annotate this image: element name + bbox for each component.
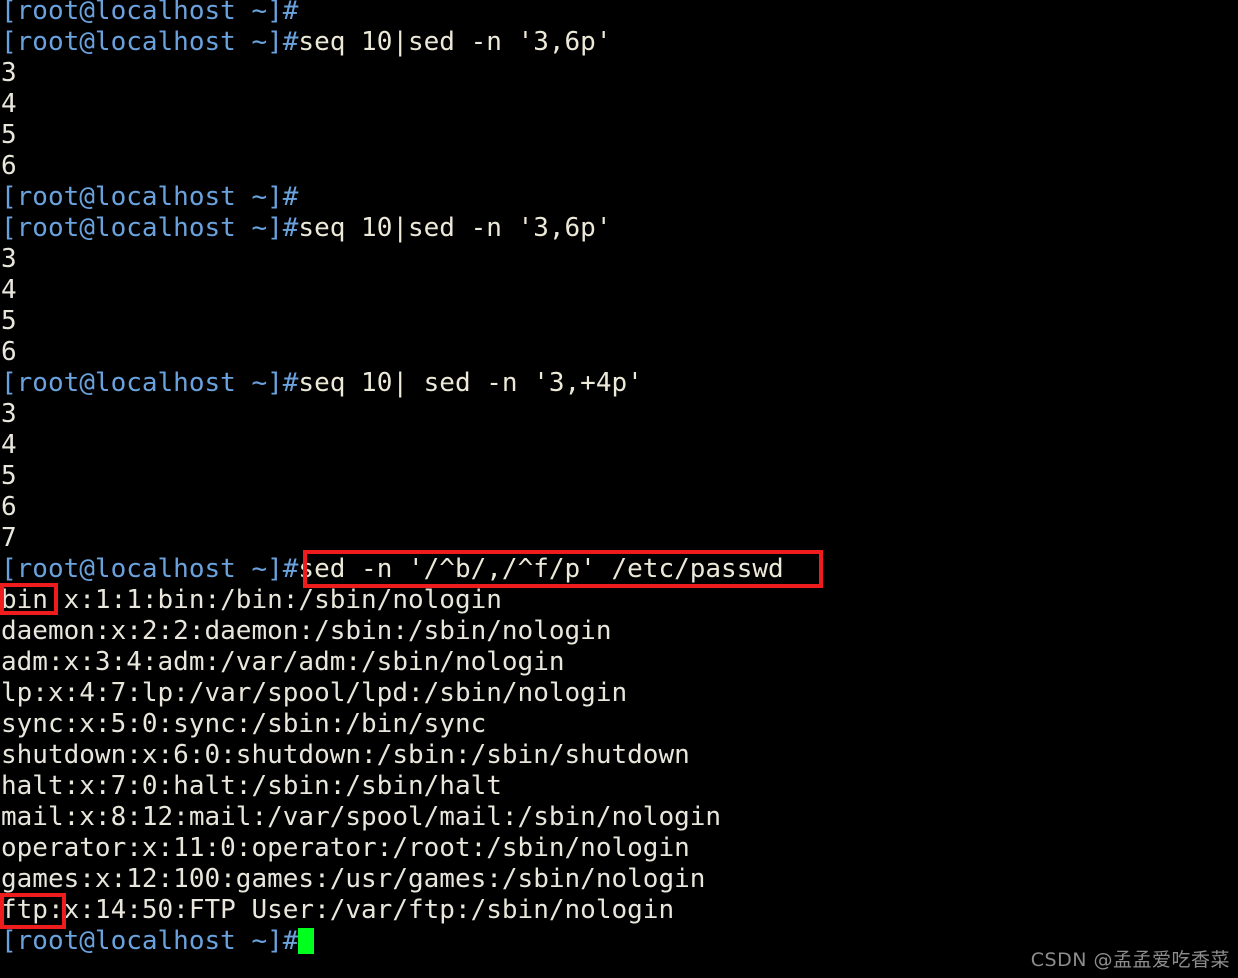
terminal-line: 4 xyxy=(0,275,1238,306)
terminal-line: [root@localhost ~]#seq 10|sed -n '3,6p' xyxy=(0,213,1238,244)
shell-command: sed -n '/^b/,/^f/p' /etc/passwd xyxy=(298,554,784,584)
terminal-output-text: bin:x:1:1:bin:/bin:/sbin/nologin xyxy=(1,585,502,615)
terminal-line: 4 xyxy=(0,430,1238,461)
terminal-line: 7 xyxy=(0,523,1238,554)
terminal-output-text: 5 xyxy=(1,120,17,150)
terminal-line: shutdown:x:6:0:shutdown:/sbin:/sbin/shut… xyxy=(0,740,1238,771)
terminal-output-text: 5 xyxy=(1,461,17,491)
terminal-window[interactable]: [root@localhost ~]# [root@localhost ~]#se… xyxy=(0,0,1238,978)
terminal-output-text: shutdown:x:6:0:shutdown:/sbin:/sbin/shut… xyxy=(1,740,690,770)
text-cursor[interactable] xyxy=(298,928,315,954)
terminal-line: games:x:12:100:games:/usr/games:/sbin/no… xyxy=(0,864,1238,895)
terminal-line: 6 xyxy=(0,151,1238,182)
terminal-output-text: daemon:x:2:2:daemon:/sbin:/sbin/nologin xyxy=(1,616,612,646)
terminal-output-text: games:x:12:100:games:/usr/games:/sbin/no… xyxy=(1,864,706,894)
terminal-line: 3 xyxy=(0,244,1238,275)
terminal-output-text: mail:x:8:12:mail:/var/spool/mail:/sbin/n… xyxy=(1,802,722,832)
terminal-output-text: adm:x:3:4:adm:/var/adm:/sbin/nologin xyxy=(1,647,565,677)
terminal-line: [root@localhost ~]#seq 10|sed -n '3,6p' xyxy=(0,27,1238,58)
terminal-line: 5 xyxy=(0,461,1238,492)
terminal-line: [root@localhost ~]#sed -n '/^b/,/^f/p' /… xyxy=(0,554,1238,585)
terminal-line: 3 xyxy=(0,399,1238,430)
terminal-output-text: 3 xyxy=(1,244,17,274)
shell-prompt: [root@localhost ~]# xyxy=(1,213,299,243)
terminal-output-text: ftp:x:14:50:FTP User:/var/ftp:/sbin/nolo… xyxy=(1,895,675,925)
terminal-line: ftp:x:14:50:FTP User:/var/ftp:/sbin/nolo… xyxy=(0,895,1238,926)
terminal-output-text: 3 xyxy=(1,399,17,429)
terminal-line: bin:x:1:1:bin:/bin:/sbin/nologin xyxy=(0,585,1238,616)
terminal-output-text: operator:x:11:0:operator:/root:/sbin/nol… xyxy=(1,833,690,863)
terminal-output-text: 6 xyxy=(1,337,17,367)
terminal-output-text: 5 xyxy=(1,306,17,336)
shell-command: seq 10|sed -n '3,6p' xyxy=(298,27,612,57)
terminal-line: [root@localhost ~]#seq 10| sed -n '3,+4p… xyxy=(0,368,1238,399)
shell-prompt: [root@localhost ~]# xyxy=(1,182,299,212)
terminal-screen[interactable]: [root@localhost ~]# [root@localhost ~]#se… xyxy=(0,0,1238,957)
terminal-line: 5 xyxy=(0,306,1238,337)
terminal-output-text: halt:x:7:0:halt:/sbin:/sbin/halt xyxy=(1,771,502,801)
terminal-output-text: sync:x:5:0:sync:/sbin:/bin/sync xyxy=(1,709,487,739)
terminal-output-text: 6 xyxy=(1,492,17,522)
terminal-line: mail:x:8:12:mail:/var/spool/mail:/sbin/n… xyxy=(0,802,1238,833)
terminal-line: [root@localhost ~]# xyxy=(0,182,1238,213)
shell-prompt: [root@localhost ~]# xyxy=(1,27,299,57)
shell-command: seq 10|sed -n '3,6p' xyxy=(298,213,612,243)
shell-command: seq 10| sed -n '3,+4p' xyxy=(298,368,643,398)
terminal-output-text: 4 xyxy=(1,430,17,460)
terminal-line: [root@localhost ~]# xyxy=(0,0,1238,27)
terminal-line: 4 xyxy=(0,89,1238,120)
csdn-watermark: CSDN @孟孟爱吃香菜 xyxy=(1030,949,1230,971)
terminal-line: 5 xyxy=(0,120,1238,151)
terminal-output-text: 3 xyxy=(1,58,17,88)
shell-prompt: [root@localhost ~]# xyxy=(1,0,299,26)
terminal-output-text: 6 xyxy=(1,151,17,181)
terminal-line: lp:x:4:7:lp:/var/spool/lpd:/sbin/nologin xyxy=(0,678,1238,709)
terminal-output-text: 4 xyxy=(1,275,17,305)
terminal-line: 3 xyxy=(0,58,1238,89)
terminal-output-text: lp:x:4:7:lp:/var/spool/lpd:/sbin/nologin xyxy=(1,678,628,708)
terminal-output-text: 7 xyxy=(1,523,17,553)
terminal-line: operator:x:11:0:operator:/root:/sbin/nol… xyxy=(0,833,1238,864)
terminal-line: sync:x:5:0:sync:/sbin:/bin/sync xyxy=(0,709,1238,740)
terminal-line: adm:x:3:4:adm:/var/adm:/sbin/nologin xyxy=(0,647,1238,678)
shell-prompt: [root@localhost ~]# xyxy=(1,368,299,398)
shell-prompt: [root@localhost ~]# xyxy=(1,926,299,956)
terminal-line: 6 xyxy=(0,337,1238,368)
shell-prompt: [root@localhost ~]# xyxy=(1,554,299,584)
terminal-line: halt:x:7:0:halt:/sbin:/sbin/halt xyxy=(0,771,1238,802)
terminal-line: daemon:x:2:2:daemon:/sbin:/sbin/nologin xyxy=(0,616,1238,647)
terminal-output-text: 4 xyxy=(1,89,17,119)
terminal-line: 6 xyxy=(0,492,1238,523)
